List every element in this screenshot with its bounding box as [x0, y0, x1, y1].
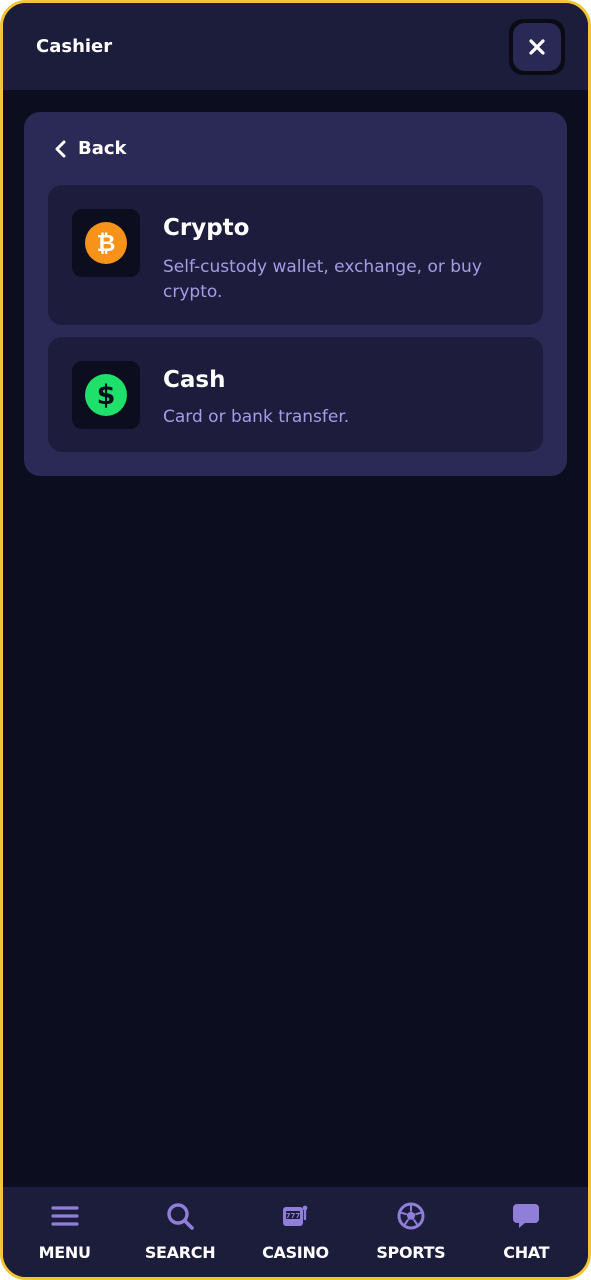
back-label: Back: [78, 138, 127, 159]
chevron-left-icon: [55, 140, 66, 157]
nav-search-label: SEARCH: [144, 1243, 216, 1262]
dollar-icon: $: [85, 374, 127, 416]
slot-machine-icon: 777: [283, 1205, 308, 1226]
nav-casino-label: CASINO: [262, 1243, 329, 1262]
close-icon: [529, 38, 545, 55]
crypto-title: Crypto: [163, 215, 250, 241]
cash-description: Card or bank transfer.: [163, 407, 350, 427]
svg-text:₿: ₿: [97, 231, 116, 257]
nav-sports[interactable]: SPORTS: [356, 1187, 466, 1277]
search-icon: [167, 1203, 194, 1230]
bottom-navigation: MENU SEARCH 777 CASINO SPORTS CHAT: [3, 1187, 588, 1277]
chat-bubble-icon: [513, 1204, 540, 1228]
nav-casino[interactable]: 777 CASINO: [240, 1187, 350, 1277]
nav-chat[interactable]: CHAT: [471, 1187, 581, 1277]
nav-menu-label: MENU: [38, 1243, 91, 1262]
crypto-description: Self-custody wallet, exchange, or buy cr…: [163, 257, 482, 302]
nav-chat-label: CHAT: [503, 1243, 550, 1262]
soccer-ball-icon: [397, 1202, 425, 1230]
close-button-face[interactable]: [513, 22, 561, 71]
bitcoin-icon: ₿: [85, 222, 127, 264]
cash-icon-box: $: [72, 361, 140, 429]
nav-search[interactable]: SEARCH: [125, 1187, 235, 1277]
svg-text:777: 777: [286, 1212, 301, 1220]
nav-menu[interactable]: MENU: [10, 1187, 120, 1277]
menu-icon: [51, 1206, 79, 1226]
back-button[interactable]: Back: [54, 138, 127, 159]
crypto-option[interactable]: ₿ Crypto Self-custody wallet, exchange, …: [48, 185, 543, 325]
cashier-header: Cashier: [3, 3, 588, 90]
cash-option[interactable]: $ Cash Card or bank transfer.: [48, 337, 543, 452]
page-title: Cashier: [36, 36, 113, 57]
crypto-icon-box: ₿: [72, 209, 140, 277]
app-frame: Cashier Back ₿ Crypto Self-custody walle…: [0, 0, 591, 1280]
close-button[interactable]: [509, 18, 565, 75]
nav-sports-label: SPORTS: [376, 1243, 446, 1262]
svg-text:$: $: [97, 380, 116, 411]
cash-title: Cash: [163, 367, 226, 393]
cashier-panel: Back ₿ Crypto Self-custody wallet, excha…: [24, 112, 567, 476]
